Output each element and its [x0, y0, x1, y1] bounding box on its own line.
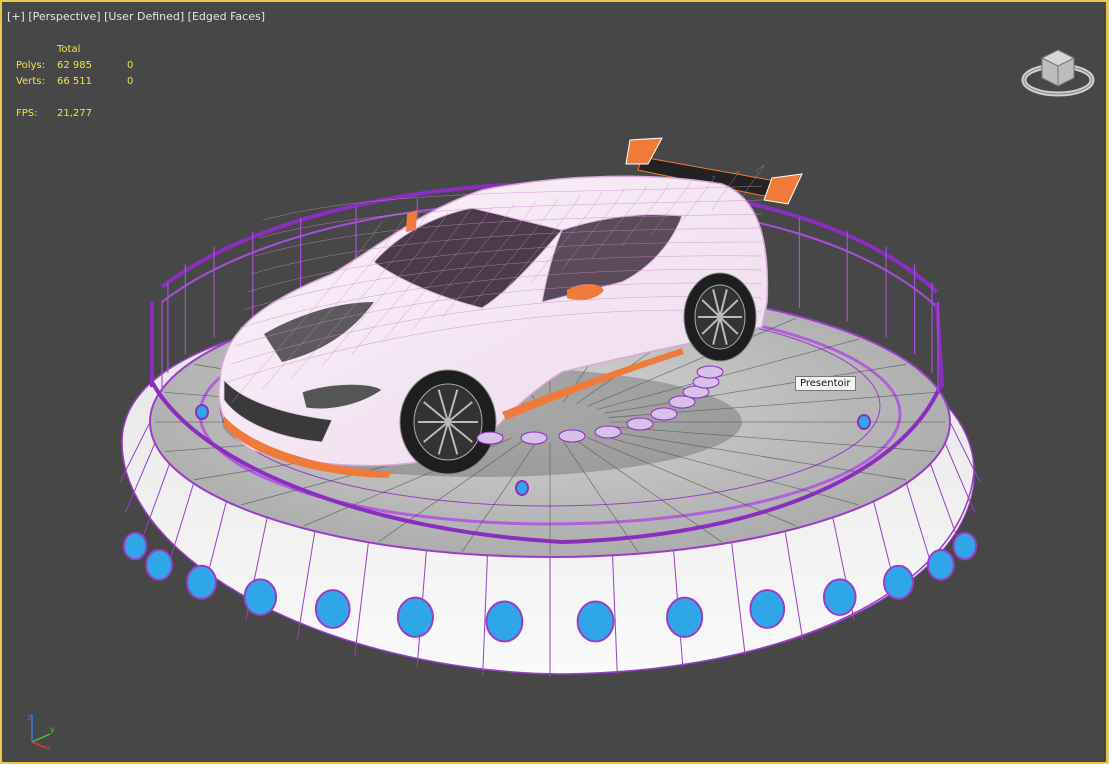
fps-value: 21,277 [57, 108, 92, 119]
base-light [396, 596, 434, 638]
base-light [576, 600, 615, 643]
base-light [186, 564, 217, 600]
base-light [883, 564, 914, 600]
perspective-viewport[interactable]: [+] [Perspective] [User Defined] [Edged … [0, 0, 1109, 764]
fps-label: FPS: [16, 108, 38, 119]
base-light [749, 589, 786, 629]
floor-light [857, 414, 871, 430]
base-light [926, 549, 955, 581]
verts-label: Verts: [16, 76, 45, 87]
axis-tripod-icon: z y x [27, 713, 55, 752]
stats-header: Total [57, 44, 81, 55]
svg-text:x: x [46, 743, 51, 752]
floor-light [195, 404, 209, 420]
polys-total: 62 985 [57, 60, 92, 71]
base-light [822, 578, 857, 616]
base-light [314, 589, 351, 629]
car-wheel-front [399, 369, 497, 475]
verts-total: 66 511 [57, 76, 92, 87]
viewport-camera-menu[interactable]: [User Defined] [104, 10, 184, 23]
floor-light [520, 431, 548, 445]
base-light [485, 600, 524, 643]
polys-label: Polys: [16, 60, 46, 71]
floor-light [476, 431, 504, 445]
floor-light [594, 425, 622, 439]
floor-light [558, 429, 586, 443]
base-light [666, 596, 704, 638]
floor-light [650, 407, 678, 421]
floor-light [515, 480, 529, 496]
base-light [243, 578, 278, 616]
object-tooltip: Presentoir [795, 376, 856, 391]
verts-selected: 0 [127, 76, 134, 87]
svg-text:y: y [50, 725, 55, 734]
svg-text:z: z [27, 713, 31, 722]
base-light [952, 531, 978, 561]
car-wheel-rear [683, 272, 757, 362]
viewcube-icon[interactable] [1020, 40, 1096, 98]
viewport-labels: [+] [Perspective] [User Defined] [Edged … [7, 10, 265, 23]
viewport-view-menu[interactable]: [Perspective] [28, 10, 100, 23]
base-light [145, 549, 174, 581]
base-light [122, 531, 148, 561]
scene-render[interactable] [2, 2, 1106, 762]
statistics-overlay: Total Polys: 62 985 0 Verts: 66 511 0 FP… [16, 42, 167, 122]
floor-light [696, 365, 724, 379]
viewport-shading-menu[interactable]: [Edged Faces] [188, 10, 265, 23]
viewport-plus-menu[interactable]: [+] [7, 10, 25, 23]
floor-light [626, 417, 654, 431]
polys-selected: 0 [127, 60, 134, 71]
